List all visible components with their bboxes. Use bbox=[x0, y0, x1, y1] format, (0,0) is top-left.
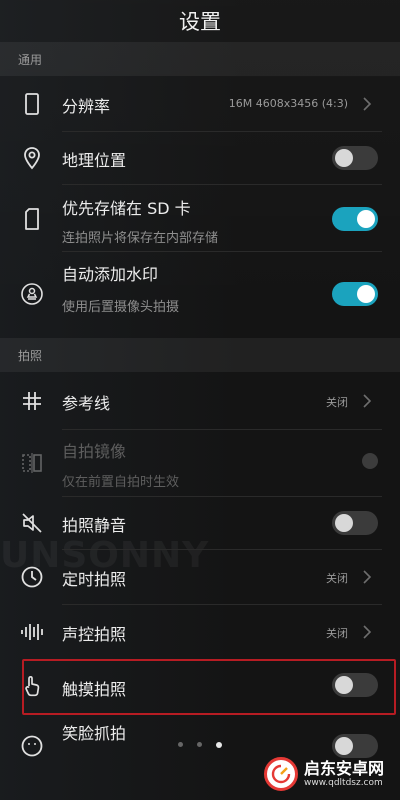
page-dot bbox=[197, 742, 202, 747]
logo-name: 启东安卓网 bbox=[304, 758, 385, 778]
setting-label-selfie-mirror: 自拍镜像 bbox=[62, 442, 127, 461]
setting-label-resolution: 分辨率 bbox=[62, 97, 111, 116]
setting-row-location[interactable]: 地理位置 bbox=[0, 132, 400, 184]
setting-label-grid-lines: 参考线 bbox=[62, 394, 111, 413]
timer-clock-icon bbox=[20, 565, 44, 589]
sd-card-icon bbox=[20, 207, 44, 231]
section-header-photo: 拍照 bbox=[0, 338, 400, 372]
setting-row-smile-capture[interactable]: 笑脸抓拍 bbox=[0, 716, 400, 758]
setting-label-voice-capture: 声控拍照 bbox=[62, 625, 127, 644]
mute-shutter-toggle[interactable] bbox=[332, 511, 378, 535]
mirror-icon bbox=[20, 451, 44, 475]
chevron-right-icon bbox=[360, 625, 374, 639]
speaker-muted-icon bbox=[20, 511, 44, 535]
section-title-photo: 拍照 bbox=[18, 348, 43, 363]
setting-value-voice-capture: 关闭 bbox=[326, 627, 348, 640]
chevron-right-icon bbox=[360, 394, 374, 408]
logo-url: www.qdltdsz.com bbox=[304, 777, 383, 788]
setting-value-grid-lines: 关闭 bbox=[326, 396, 348, 409]
title-bar: 设置 bbox=[0, 0, 400, 42]
location-pin-icon bbox=[20, 146, 44, 170]
setting-value-resolution: 16M 4608x3456 (4:3) bbox=[228, 97, 348, 110]
phone-icon bbox=[20, 92, 44, 116]
logo-badge-icon bbox=[264, 757, 298, 791]
setting-label-timer: 定时拍照 bbox=[62, 570, 127, 589]
highlight-box bbox=[22, 659, 396, 715]
setting-label-watermark: 自动添加水印 bbox=[62, 265, 159, 284]
setting-row-timer[interactable]: 定时拍照 关闭 bbox=[0, 550, 400, 604]
sd-storage-toggle[interactable] bbox=[332, 207, 378, 231]
setting-row-grid-lines[interactable]: 参考线 关闭 bbox=[0, 373, 400, 429]
section-header-general: 通用 bbox=[0, 42, 400, 76]
site-logo: 启东安卓网 www.qdltdsz.com bbox=[264, 754, 394, 794]
setting-desc-sd-storage: 连拍照片将保存在内部存储 bbox=[62, 231, 219, 246]
setting-value-timer: 关闭 bbox=[326, 572, 348, 585]
sound-wave-icon bbox=[20, 620, 44, 644]
page-dot-active bbox=[216, 741, 222, 748]
page-title: 设置 bbox=[179, 10, 221, 34]
chevron-right-icon bbox=[360, 570, 374, 584]
section-title-general: 通用 bbox=[18, 52, 43, 67]
page-indicator bbox=[0, 741, 400, 748]
setting-label-sd-storage: 优先存储在 SD 卡 bbox=[62, 199, 191, 218]
setting-desc-watermark: 使用后置摄像头拍摄 bbox=[62, 300, 180, 315]
selfie-mirror-toggle-disabled bbox=[362, 453, 378, 469]
location-toggle[interactable] bbox=[332, 146, 378, 170]
grid-hash-icon bbox=[20, 389, 44, 413]
setting-row-voice-capture[interactable]: 声控拍照 关闭 bbox=[0, 605, 400, 659]
setting-row-watermark[interactable]: 自动添加水印 使用后置摄像头拍摄 bbox=[0, 252, 400, 336]
setting-label-location: 地理位置 bbox=[62, 151, 127, 170]
setting-label-smile-capture: 笑脸抓拍 bbox=[62, 724, 127, 743]
setting-row-resolution[interactable]: 分辨率 16M 4608x3456 (4:3) bbox=[0, 76, 400, 132]
setting-label-mute-shutter: 拍照静音 bbox=[62, 516, 127, 535]
watermark-toggle[interactable] bbox=[332, 282, 378, 306]
chevron-right-icon bbox=[360, 97, 374, 111]
setting-desc-selfie-mirror: 仅在前置自拍时生效 bbox=[62, 475, 180, 490]
page-dot bbox=[178, 742, 183, 747]
setting-row-selfie-mirror: 自拍镜像 仅在前置自拍时生效 bbox=[0, 430, 400, 496]
setting-row-mute-shutter[interactable]: 拍照静音 bbox=[0, 497, 400, 549]
watermark-stamp-icon bbox=[20, 282, 44, 306]
setting-row-sd-storage[interactable]: 优先存储在 SD 卡 连拍照片将保存在内部存储 bbox=[0, 185, 400, 251]
